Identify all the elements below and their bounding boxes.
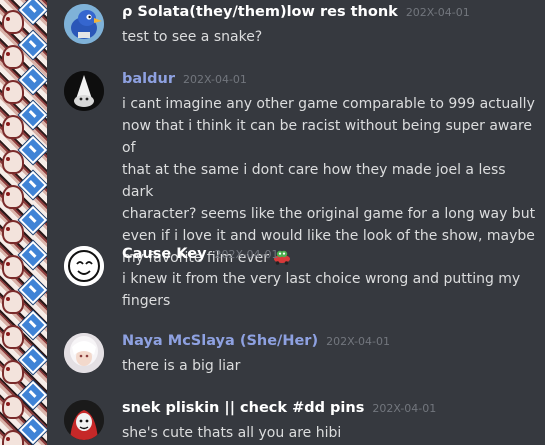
character-eye-icon <box>6 192 10 196</box>
timestamp: 202X-04-01 <box>214 248 279 261</box>
message-line: i knew it from the very last choice wron… <box>122 271 521 287</box>
character-eye-icon <box>6 87 10 91</box>
message-line: she's cute thats all you are hibi <box>122 425 342 441</box>
message-line: i cant imagine any other game comparable… <box>122 96 535 112</box>
decorative-strip-tile <box>0 415 47 445</box>
decorative-strip-tile <box>0 135 47 174</box>
decorative-strip-tile <box>0 205 47 244</box>
message-line: there is a big liar <box>122 358 241 374</box>
decorative-strip-tile <box>0 310 47 349</box>
character-eye-icon <box>6 367 10 371</box>
decorative-strip-tile <box>0 345 47 384</box>
white-haired-anime-avatar-icon[interactable] <box>64 333 104 373</box>
red-hooded-character-avatar-icon[interactable] <box>64 400 104 440</box>
username[interactable]: Naya McSlaya (She/Her) <box>122 333 318 349</box>
character-eye-icon <box>6 122 10 126</box>
timestamp: 202X-04-01 <box>405 6 470 19</box>
message-line: character? seems like the original game … <box>122 206 536 222</box>
username[interactable]: Cause Key <box>122 246 207 262</box>
decorative-side-strip <box>0 0 47 445</box>
message-line: even if i love it and would like the loo… <box>122 228 535 244</box>
message-line: fingers <box>122 293 171 309</box>
message-content: she's cute thats all you are hibi <box>122 422 537 444</box>
username[interactable]: baldur <box>122 71 175 87</box>
decorative-strip-tile <box>0 30 47 69</box>
message-content: i knew it from the very last choice wron… <box>122 268 537 312</box>
character-eye-icon <box>6 332 10 336</box>
gnome-hat-avatar-icon[interactable] <box>64 71 104 111</box>
timestamp: 202X-04-01 <box>326 335 391 348</box>
message-line: now that i think it can be racist withou… <box>122 118 532 156</box>
timestamp: 202X-04-01 <box>372 402 437 415</box>
chat-window: ρ Solata(they/them)low res thonk 202X-04… <box>0 0 545 445</box>
character-eye-icon <box>6 227 10 231</box>
decorative-strip-tile <box>0 380 47 419</box>
blue-bird-avatar-icon[interactable] <box>64 4 104 44</box>
message-content: test to see a snake? <box>122 26 537 48</box>
timestamp: 202X-04-01 <box>183 73 247 86</box>
decorative-strip-tile <box>0 240 47 279</box>
character-eye-icon <box>6 437 10 441</box>
character-eye-icon <box>6 17 10 21</box>
username[interactable]: snek pliskin || check #dd pins <box>122 400 364 416</box>
decorative-strip-tile <box>0 100 47 139</box>
character-eye-icon <box>6 402 10 406</box>
decorative-strip-tile <box>0 275 47 314</box>
decorative-strip-tile <box>0 170 47 209</box>
hand-drawn-face-avatar-icon[interactable] <box>64 246 104 286</box>
message-line: test to see a snake? <box>122 29 263 45</box>
character-eye-icon <box>6 157 10 161</box>
character-eye-icon <box>6 262 10 266</box>
message-line: that at the same i dont care how they ma… <box>122 162 506 200</box>
message-content: there is a big liar <box>122 355 537 377</box>
decorative-strip-tile <box>0 65 47 104</box>
character-eye-icon <box>6 52 10 56</box>
username[interactable]: ρ Solata(they/them)low res thonk <box>122 4 398 20</box>
character-eye-icon <box>6 297 10 301</box>
decorative-strip-tile <box>0 0 47 34</box>
